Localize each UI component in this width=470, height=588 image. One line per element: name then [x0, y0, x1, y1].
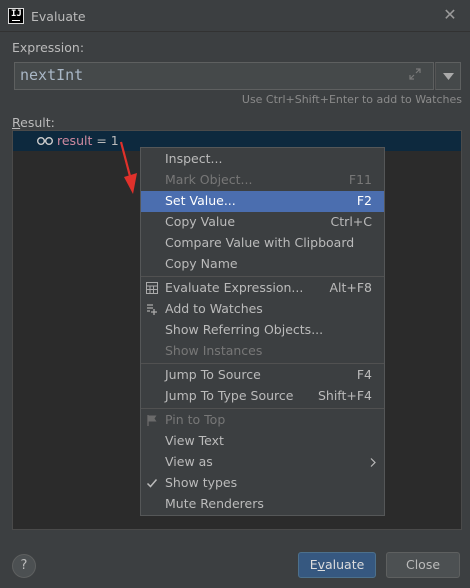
checkmark-icon [146, 479, 158, 488]
menu-separator [141, 363, 384, 364]
menu-item-view-as[interactable]: View as [141, 452, 384, 473]
menu-separator [141, 408, 384, 409]
menu-item-show-instances: Show Instances [165, 343, 263, 358]
intellij-logo-icon: IJ [8, 8, 24, 24]
menu-item-show-referring-objects[interactable]: Show Referring Objects... [141, 320, 384, 341]
menu-item-jump-to-source[interactable]: Jump To Source F4 [141, 365, 384, 386]
evaluate-button[interactable]: Evaluate [298, 552, 376, 578]
menu-item-view-text[interactable]: View Text [141, 431, 384, 452]
menu-item-pin-to-top: Pin to Top [141, 410, 384, 431]
history-dropdown-button[interactable] [435, 62, 461, 90]
menu-item-set-value[interactable]: Set Value... F2 [141, 191, 384, 212]
expression-label: Expression: [12, 40, 85, 55]
add-watch-icon [147, 304, 157, 315]
expand-icon[interactable] [408, 67, 422, 81]
menu-item-evaluate-expression[interactable]: Evaluate Expression... Alt+F8 [141, 278, 384, 299]
watch-glasses-icon [37, 137, 53, 145]
chevron-down-icon [443, 73, 454, 80]
close-button[interactable]: Close [386, 552, 460, 578]
menu-item-jump-to-type-source[interactable]: Jump To Type Source Shift+F4 [141, 386, 384, 407]
calculator-icon [146, 282, 158, 294]
pin-flag-icon [147, 415, 157, 426]
result-label: Result: [12, 115, 55, 130]
chevron-right-icon [370, 458, 376, 467]
expression-value[interactable]: nextInt [20, 66, 83, 84]
menu-item-show-types[interactable]: Show types [141, 473, 384, 494]
menu-item-mute-renderers[interactable]: Mute Renderers [141, 494, 384, 515]
menu-item-compare-clipboard[interactable]: Compare Value with Clipboard [141, 233, 384, 254]
help-button[interactable]: ? [12, 554, 36, 578]
menu-item-add-to-watches[interactable]: Add to Watches [141, 299, 384, 320]
window-title: Evaluate [31, 9, 86, 24]
menu-separator [141, 276, 384, 277]
menu-item-copy-value[interactable]: Copy Value Ctrl+C [141, 212, 384, 233]
menu-item-inspect[interactable]: Inspect... [141, 149, 384, 170]
menu-item-mark-object: Mark Object... F11 [165, 172, 372, 187]
watches-hint: Use Ctrl+Shift+Enter to add to Watches [241, 93, 462, 106]
close-icon[interactable]: ✕ [441, 6, 459, 24]
result-value[interactable]: result = 1 [57, 133, 119, 148]
annotation-arrow-icon [119, 141, 137, 194]
menu-item-copy-name[interactable]: Copy Name [141, 254, 384, 275]
